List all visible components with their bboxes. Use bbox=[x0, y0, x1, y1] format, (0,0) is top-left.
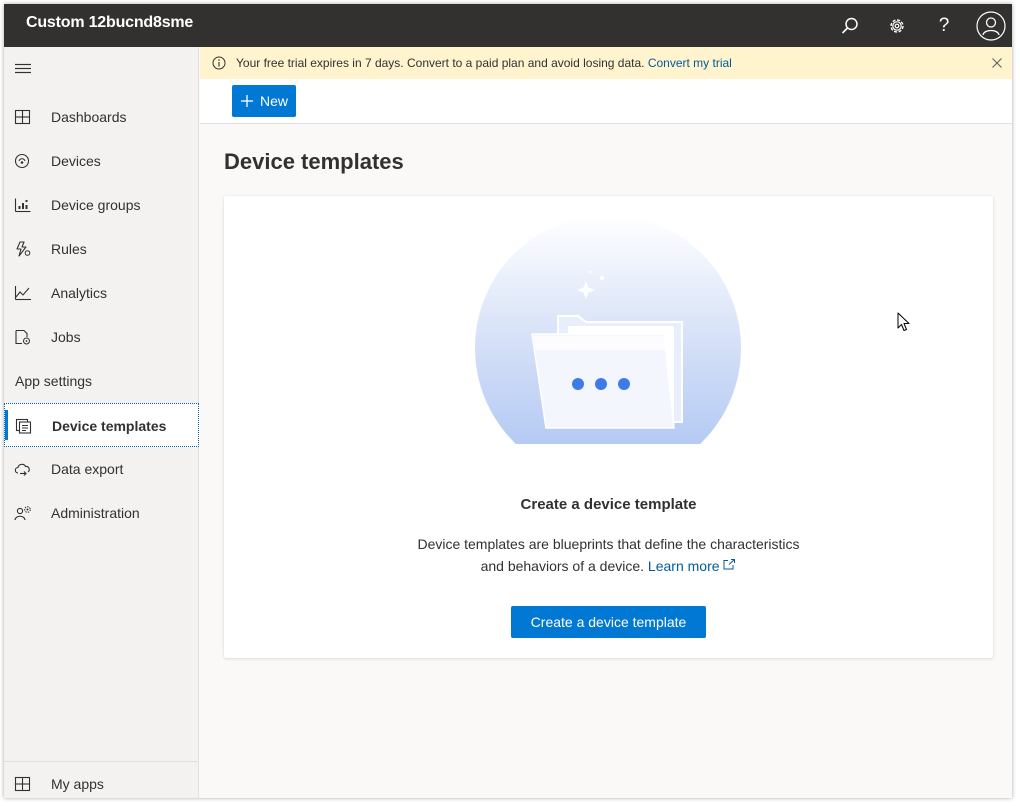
sidebar-item-devices[interactable]: Devices bbox=[4, 139, 199, 183]
sidebar-item-my-apps[interactable]: My apps bbox=[4, 762, 199, 798]
create-device-template-button[interactable]: Create a device template bbox=[511, 606, 706, 638]
my-apps-icon bbox=[14, 776, 31, 792]
jobs-icon bbox=[15, 329, 30, 345]
top-bar: Custom 12bucnd8sme ? bbox=[4, 4, 1012, 47]
search-icon bbox=[841, 17, 858, 34]
menu-toggle-button[interactable] bbox=[14, 61, 34, 77]
trial-banner: Your free trial expires in 7 days. Conve… bbox=[200, 47, 1012, 79]
sidebar-item-rules[interactable]: Rules bbox=[4, 227, 199, 271]
sidebar-section-app-settings: App settings bbox=[15, 373, 93, 389]
device-groups-icon bbox=[14, 198, 31, 213]
sidebar-item-label: Administration bbox=[51, 505, 140, 521]
sidebar-item-label: Devices bbox=[51, 153, 101, 169]
settings-button[interactable] bbox=[881, 10, 913, 42]
selected-indicator bbox=[5, 410, 8, 440]
search-button[interactable] bbox=[834, 10, 866, 42]
sidebar-item-device-groups[interactable]: Device groups bbox=[4, 183, 199, 227]
sidebar-item-label: Rules bbox=[51, 241, 87, 257]
help-button[interactable]: ? bbox=[928, 10, 960, 42]
devices-icon bbox=[14, 153, 30, 169]
dashboard-icon bbox=[14, 109, 31, 125]
description-line-2-text: and behaviors of a device. bbox=[480, 558, 645, 574]
administration-icon bbox=[14, 506, 31, 521]
plus-icon bbox=[241, 95, 253, 107]
sidebar-item-label: Dashboards bbox=[51, 109, 127, 125]
app-title: Custom 12bucnd8sme bbox=[26, 14, 194, 31]
info-icon bbox=[212, 56, 226, 70]
trial-message-text: Your free trial expires in 7 days. Conve… bbox=[236, 56, 645, 70]
mouse-cursor-icon bbox=[897, 312, 910, 331]
sidebar-item-label: Device groups bbox=[51, 197, 141, 213]
user-avatar-icon bbox=[976, 11, 1006, 41]
trial-message: Your free trial expires in 7 days. Conve… bbox=[236, 56, 732, 70]
sidebar-item-data-export[interactable]: Data export bbox=[4, 447, 199, 491]
rules-icon bbox=[16, 241, 31, 257]
empty-state-title: Create a device template bbox=[520, 496, 697, 513]
new-button-label: New bbox=[260, 93, 289, 109]
learn-more-link[interactable]: Learn more bbox=[648, 558, 736, 574]
sidebar-item-label: Data export bbox=[51, 461, 124, 477]
sidebar-item-administration[interactable]: Administration bbox=[4, 491, 199, 535]
sidebar: Dashboards Devices Device groups Rules A… bbox=[4, 47, 199, 798]
sidebar-item-jobs[interactable]: Jobs bbox=[4, 315, 199, 359]
page-title: Device templates bbox=[224, 149, 404, 174]
description-line-1: Device templates are blueprints that def… bbox=[417, 536, 800, 552]
external-link-icon bbox=[723, 559, 736, 570]
sidebar-item-label: Analytics bbox=[51, 285, 108, 301]
convert-trial-link[interactable]: Convert my trial bbox=[648, 56, 732, 70]
learn-more-label: Learn more bbox=[647, 558, 720, 574]
empty-state-description: Device templates are blueprints that def… bbox=[224, 533, 993, 577]
gear-icon bbox=[890, 19, 904, 33]
description-line-2: and behaviors of a device. Learn more bbox=[224, 555, 993, 577]
help-icon: ? bbox=[938, 15, 950, 36]
data-export-icon bbox=[14, 463, 30, 476]
analytics-icon bbox=[14, 286, 31, 301]
command-bar: New bbox=[200, 79, 1012, 124]
empty-state-card: Create a device template Device template… bbox=[224, 196, 993, 658]
account-button[interactable] bbox=[975, 10, 1007, 42]
new-button[interactable]: New bbox=[232, 85, 296, 117]
hamburger-icon bbox=[15, 63, 31, 74]
sidebar-item-dashboards[interactable]: Dashboards bbox=[4, 95, 199, 139]
close-icon[interactable] bbox=[991, 57, 1003, 69]
device-templates-icon bbox=[15, 418, 32, 434]
sidebar-item-device-templates[interactable]: Device templates bbox=[4, 403, 199, 447]
sidebar-item-label: Device templates bbox=[52, 418, 167, 434]
sidebar-item-label: My apps bbox=[51, 776, 104, 792]
folder-illustration-icon bbox=[475, 218, 741, 444]
app-window: Custom 12bucnd8sme ? Dashboards Devices … bbox=[4, 4, 1012, 798]
sidebar-item-analytics[interactable]: Analytics bbox=[4, 271, 199, 315]
sidebar-item-label: Jobs bbox=[51, 329, 81, 345]
